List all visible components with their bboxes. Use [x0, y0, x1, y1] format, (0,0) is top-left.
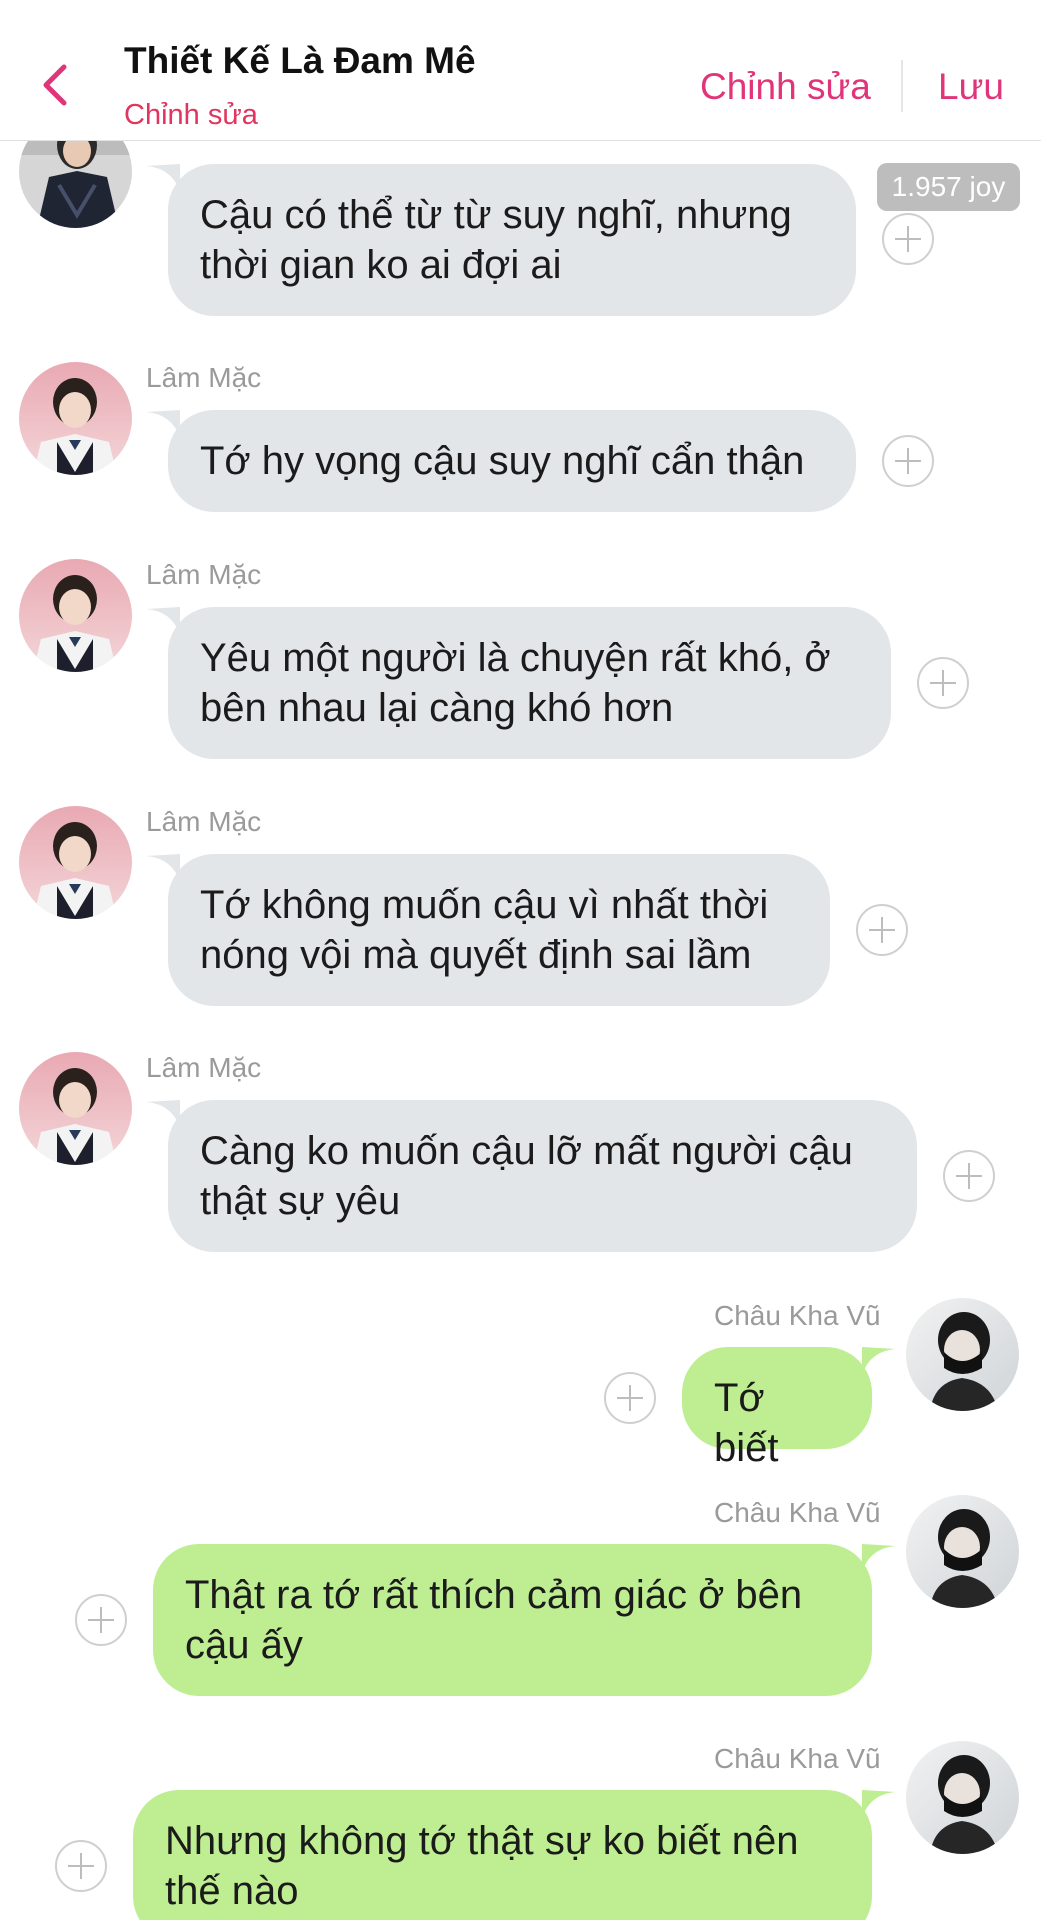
sender-name: Lâm Mặc	[146, 362, 262, 393]
add-reaction-button[interactable]	[75, 1594, 127, 1646]
message-text: Tớ không muốn cậu vì nhất thời nóng vội …	[200, 883, 769, 977]
bubble-tail	[146, 607, 180, 635]
add-reaction-button[interactable]	[856, 904, 908, 956]
message-bubble[interactable]: Thật ra tớ rất thích cảm giác ở bên cậu …	[153, 1544, 872, 1696]
add-reaction-button[interactable]	[604, 1372, 656, 1424]
message-bubble[interactable]: Cậu có thể từ từ suy nghĩ, nhưng thời gi…	[168, 164, 856, 316]
bubble-tail	[146, 410, 180, 438]
message-text: Tớ hy vọng cậu suy nghĩ cẩn thận	[200, 439, 805, 483]
bubble-tail	[146, 854, 180, 882]
add-reaction-button[interactable]	[882, 213, 934, 265]
bubble-tail	[862, 1544, 896, 1572]
header-divider	[901, 60, 903, 112]
avatar-lam-mac[interactable]	[19, 559, 132, 672]
message-bubble[interactable]: Yêu một người là chuyện rất khó, ở bên n…	[168, 607, 891, 759]
sender-name: Lâm Mặc	[146, 559, 262, 590]
message-bubble[interactable]: Tớ biết	[682, 1347, 872, 1470]
chevron-left-icon	[43, 64, 67, 106]
avatar-chau-kha-vu[interactable]	[906, 1495, 1019, 1608]
joy-count-badge: 1.957 joy	[877, 163, 1020, 211]
bubble-tail	[146, 1100, 180, 1128]
message-text: Thật ra tớ rất thích cảm giác ở bên cậu …	[185, 1573, 803, 1667]
edit-button[interactable]: Chỉnh sửa	[700, 66, 871, 108]
sender-name: Châu Kha Vũ	[714, 1300, 881, 1331]
avatar-lam-mac[interactable]	[19, 806, 132, 919]
message-bubble[interactable]: Càng ko muốn cậu lỡ mất người cậu thật s…	[168, 1100, 917, 1252]
sender-name: Châu Kha Vũ	[714, 1743, 881, 1774]
avatar-lam-mac[interactable]	[19, 362, 132, 475]
page-subtitle: Chỉnh sửa	[124, 99, 258, 131]
sender-name: Lâm Mặc	[146, 806, 262, 837]
avatar-chau-kha-vu[interactable]	[906, 1741, 1019, 1854]
bubble-tail	[146, 164, 180, 192]
message-text: Tớ biết	[714, 1376, 779, 1470]
message-bubble[interactable]: Tớ hy vọng cậu suy nghĩ cẩn thận	[168, 410, 856, 512]
message-text: Nhưng không tớ thật sự ko biết nên thế n…	[165, 1819, 799, 1913]
message-text: Cậu có thể từ từ suy nghĩ, nhưng thời gi…	[200, 193, 792, 287]
top-bar: Thiết Kế Là Đam Mê Chỉnh sửa Chỉnh sửa L…	[0, 0, 1041, 141]
add-reaction-button[interactable]	[943, 1150, 995, 1202]
avatar-chau-kha-vu[interactable]	[906, 1298, 1019, 1411]
add-reaction-button[interactable]	[55, 1840, 107, 1892]
add-reaction-button[interactable]	[882, 435, 934, 487]
page-title: Thiết Kế Là Đam Mê	[124, 40, 476, 81]
bubble-tail	[862, 1347, 896, 1375]
message-bubble[interactable]: Nhưng không tớ thật sự ko biết nên thế n…	[133, 1790, 872, 1920]
sender-name: Lâm Mặc	[146, 1052, 262, 1083]
message-text: Yêu một người là chuyện rất khó, ở bên n…	[200, 636, 831, 730]
message-bubble[interactable]: Tớ không muốn cậu vì nhất thời nóng vội …	[168, 854, 830, 1006]
save-button[interactable]: Lưu	[938, 66, 1004, 108]
add-reaction-button[interactable]	[917, 657, 969, 709]
back-button[interactable]	[30, 60, 80, 110]
bubble-tail	[862, 1790, 896, 1818]
message-feed[interactable]: Cậu có thể từ từ suy nghĩ, nhưng thời gi…	[0, 0, 1041, 1920]
sender-name: Châu Kha Vũ	[714, 1497, 881, 1528]
message-text: Càng ko muốn cậu lỡ mất người cậu thật s…	[200, 1129, 853, 1223]
avatar-lam-mac[interactable]	[19, 1052, 132, 1165]
